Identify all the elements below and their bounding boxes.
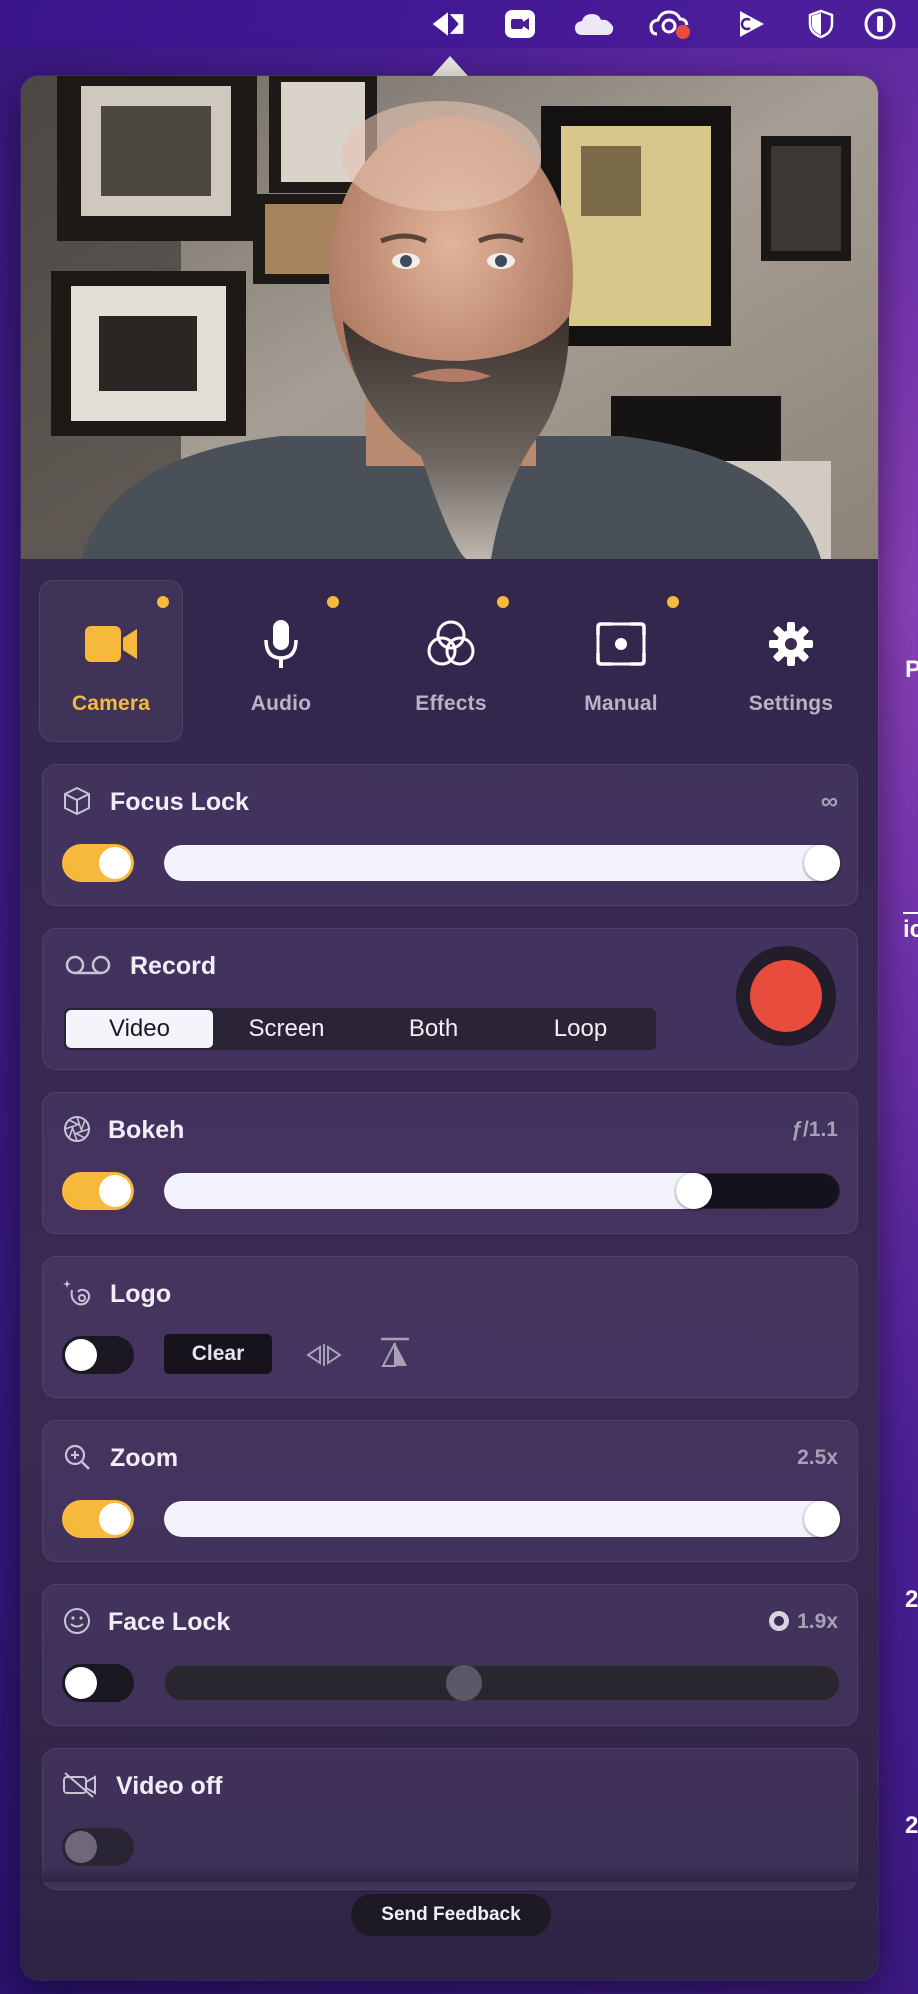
voicemail-icon — [64, 950, 112, 980]
scroll-fade — [21, 1866, 878, 1882]
toggle-knob — [65, 1339, 97, 1371]
video-camera-icon — [81, 618, 141, 670]
video-off-icon — [62, 1770, 98, 1800]
video-off-toggle[interactable] — [62, 1828, 134, 1866]
notification-dot — [157, 596, 169, 608]
microphone-icon — [251, 618, 311, 670]
menu-bar — [0, 0, 918, 48]
slider-fill — [164, 845, 840, 881]
record-indicator-icon — [768, 1610, 790, 1632]
face-smile-icon — [62, 1606, 92, 1636]
record-mode-both[interactable]: Both — [360, 1010, 507, 1048]
creative-cloud-icon[interactable] — [648, 6, 692, 42]
notification-dot — [667, 596, 679, 608]
face-lock-title: Face Lock — [108, 1608, 231, 1636]
tab-manual[interactable]: Manual — [549, 580, 693, 742]
flip-horizontal-icon[interactable] — [304, 1340, 344, 1370]
tab-label: Camera — [71, 692, 151, 715]
face-lock-slider[interactable] — [164, 1665, 840, 1701]
logo-title: Logo — [110, 1280, 172, 1308]
zoom-slider[interactable] — [164, 1501, 840, 1537]
bokeh-card: Bokeh ƒ/1.1 — [42, 1092, 858, 1234]
aperture-icon — [62, 1114, 92, 1144]
record-title: Record — [130, 952, 217, 980]
toggle-knob — [65, 1667, 97, 1699]
tab-label: Manual — [584, 692, 658, 715]
logo-sparkle-icon — [62, 1278, 92, 1308]
logo-toggle[interactable] — [62, 1336, 134, 1374]
camera-preview — [21, 76, 878, 559]
focus-lock-title: Focus Lock — [110, 788, 249, 816]
slider-thumb[interactable] — [445, 1665, 482, 1701]
tab-label: Audio — [250, 692, 312, 715]
tab-label: Effects — [415, 692, 487, 715]
face-lock-toggle[interactable] — [62, 1664, 134, 1702]
background-text: 2 — [905, 1812, 918, 1839]
send-feedback-button[interactable]: Send Feedback — [351, 1894, 551, 1936]
face-lock-card: Face Lock 1.9x — [42, 1584, 858, 1726]
camo-icon[interactable] — [430, 6, 466, 42]
tab-bar: Camera Audio Effects Manual Settings — [39, 580, 860, 742]
zoom-value: 2.5x — [797, 1446, 838, 1469]
slider-thumb[interactable] — [804, 845, 840, 881]
bokeh-toggle[interactable] — [62, 1172, 134, 1210]
tab-audio[interactable]: Audio — [209, 580, 353, 742]
focus-lock-toggle[interactable] — [62, 844, 134, 882]
slider-fill — [164, 1501, 840, 1537]
gear-icon — [761, 618, 821, 670]
popover-caret — [432, 56, 468, 76]
video-off-title: Video off — [116, 1772, 223, 1800]
camera-popover: Camera Audio Effects Manual Settings Foc… — [21, 76, 878, 1980]
zoom-title: Zoom — [110, 1444, 179, 1472]
tab-effects[interactable]: Effects — [379, 580, 523, 742]
cloud-icon[interactable] — [572, 6, 616, 42]
shield-icon[interactable] — [803, 6, 839, 42]
zoom-magnifier-icon — [62, 1442, 92, 1472]
face-lock-value: 1.9x — [797, 1610, 838, 1633]
tab-label: Settings — [748, 692, 834, 715]
tab-camera[interactable]: Camera — [39, 580, 183, 742]
cube-icon — [62, 786, 92, 816]
zoom-card: Zoom 2.5x — [42, 1420, 858, 1562]
toggle-knob — [99, 1503, 131, 1535]
record-mode-video[interactable]: Video — [66, 1010, 213, 1048]
toggle-knob — [99, 847, 131, 879]
password-manager-icon[interactable] — [862, 6, 898, 42]
background-text: P — [905, 656, 918, 683]
notification-dot — [327, 596, 339, 608]
zoom-toggle[interactable] — [62, 1500, 134, 1538]
toggle-knob — [99, 1175, 131, 1207]
logo-card: Logo Clear — [42, 1256, 858, 1398]
record-mode-selector: Video Screen Both Loop — [64, 1008, 656, 1050]
slider-thumb[interactable] — [676, 1173, 712, 1209]
notification-dot — [497, 596, 509, 608]
record-button[interactable] — [736, 946, 836, 1046]
background-text: ic — [903, 912, 918, 944]
focus-lock-card: Focus Lock ∞ — [42, 764, 858, 906]
play-icon[interactable] — [733, 6, 769, 42]
bokeh-value: ƒ/1.1 — [791, 1118, 838, 1141]
slider-fill — [164, 1173, 712, 1209]
focus-lock-slider[interactable] — [164, 845, 840, 881]
logo-clear-button[interactable]: Clear — [164, 1334, 272, 1374]
slider-thumb[interactable] — [804, 1501, 840, 1537]
flip-vertical-icon[interactable] — [378, 1336, 412, 1370]
record-card: Record Video Screen Both Loop — [42, 928, 858, 1070]
effects-circles-icon — [421, 618, 481, 670]
bokeh-slider[interactable] — [164, 1173, 840, 1209]
record-dot-icon — [750, 960, 822, 1032]
tab-settings[interactable]: Settings — [719, 580, 863, 742]
video-camera-icon[interactable] — [502, 6, 538, 42]
record-mode-loop[interactable]: Loop — [507, 1010, 654, 1048]
manual-frame-icon — [591, 618, 651, 670]
background-text: 2 — [905, 1586, 918, 1613]
toggle-knob — [65, 1831, 97, 1863]
bokeh-title: Bokeh — [108, 1116, 185, 1144]
focus-lock-value: ∞ — [820, 788, 838, 815]
record-mode-screen[interactable]: Screen — [213, 1010, 360, 1048]
